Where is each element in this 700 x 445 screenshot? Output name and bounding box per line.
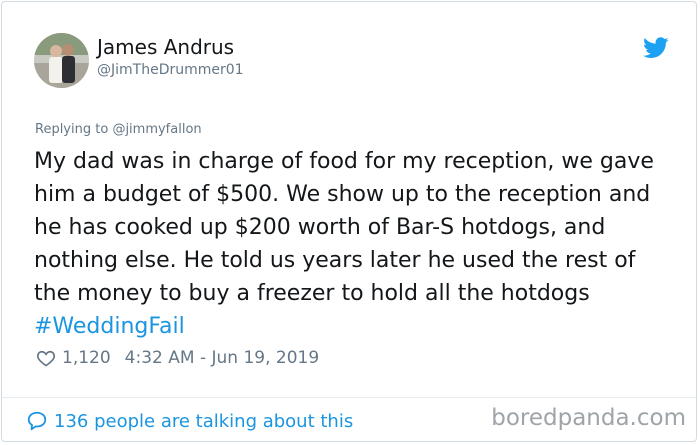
tweet-meta: 1,120 4:32 AM - Jun 19, 2019 — [36, 346, 319, 370]
talking-about-link[interactable]: 136 people are talking about this — [26, 410, 353, 432]
reply-mention-link[interactable]: @jimmyfallon — [112, 122, 201, 137]
replying-to: Replying to @jimmyfallon — [35, 122, 202, 137]
twitter-bird-icon[interactable] — [643, 37, 669, 59]
like-count[interactable]: 1,120 — [62, 348, 111, 368]
hashtag-link[interactable]: #WeddingFail — [34, 314, 185, 339]
speech-bubble-icon — [27, 411, 47, 431]
talking-about-label: 136 people are talking about this — [54, 410, 354, 432]
boredpanda-watermark: boredpanda.com — [491, 405, 686, 431]
author-handle[interactable]: @JimTheDrummer01 — [97, 62, 244, 78]
tweet-card: James Andrus @JimTheDrummer01 Replying t… — [1, 1, 697, 442]
heart-icon[interactable] — [36, 348, 56, 368]
replying-prefix: Replying to — [35, 122, 109, 137]
author-display-name[interactable]: James Andrus — [97, 35, 234, 59]
tweet-timestamp[interactable]: 4:32 AM - Jun 19, 2019 — [125, 348, 320, 368]
tweet-body: My dad was in charge of food for my rece… — [34, 149, 654, 306]
divider — [2, 397, 696, 398]
avatar[interactable] — [34, 33, 89, 88]
tweet-text: My dad was in charge of food for my rece… — [34, 145, 674, 343]
